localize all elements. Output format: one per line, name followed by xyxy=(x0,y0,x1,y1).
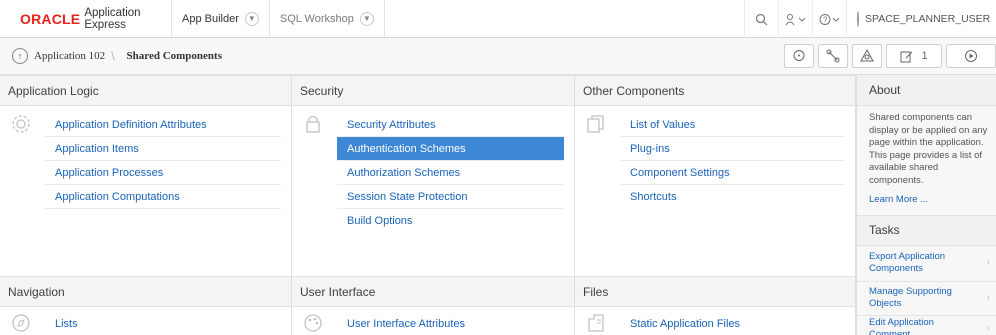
avatar xyxy=(857,11,859,27)
breadcrumb-separator: \ xyxy=(111,49,115,63)
play-icon xyxy=(965,50,977,62)
edit-button[interactable]: 1 xyxy=(886,44,942,68)
region-other-components: Other Components List of Values Plug-ins… xyxy=(575,75,856,276)
region-title: User Interface xyxy=(292,276,574,307)
shared-components-icon[interactable] xyxy=(852,44,882,68)
help-icon[interactable]: ? xyxy=(812,0,846,38)
file-icon xyxy=(585,312,607,334)
team-development-icon[interactable] xyxy=(778,0,812,38)
link-lists[interactable]: Lists xyxy=(45,312,281,335)
link-plug-ins[interactable]: Plug-ins xyxy=(620,137,845,161)
link-authentication-schemes[interactable]: Authentication Schemes xyxy=(337,137,564,161)
task-label: Export Application Components xyxy=(869,251,946,275)
top-header: ORACLE Application Express App Builder ▼… xyxy=(0,0,996,38)
palette-icon xyxy=(302,312,324,334)
link-security-attributes[interactable]: Security Attributes xyxy=(337,113,564,137)
run-application-button[interactable] xyxy=(946,44,996,68)
chevron-right-icon: › xyxy=(986,322,990,334)
region-application-logic: Application Logic Application Definition… xyxy=(0,75,292,276)
link-icon[interactable] xyxy=(818,44,848,68)
region-title: Navigation xyxy=(0,276,291,307)
region-title: Application Logic xyxy=(0,75,291,106)
tab-label: App Builder xyxy=(182,12,239,25)
search-icon[interactable] xyxy=(744,0,778,38)
task-manage-supporting-objects[interactable]: Manage Supporting Objects › xyxy=(857,282,996,316)
region-title: Files xyxy=(575,276,855,307)
about-text: Shared components can display or be appl… xyxy=(869,112,988,186)
region-files: Files Static Application Files xyxy=(575,276,856,335)
compass-icon xyxy=(10,312,32,334)
link-application-processes[interactable]: Application Processes xyxy=(45,161,281,185)
task-edit-application-comment[interactable]: Edit Application Comment › xyxy=(857,316,996,335)
task-label: Manage Supporting Objects xyxy=(869,286,952,310)
gear-icon xyxy=(10,113,32,135)
link-list-of-values[interactable]: List of Values xyxy=(620,113,845,137)
breadcrumb: ↑ Application 102 \ Shared Components 1 xyxy=(0,38,996,75)
link-shortcuts[interactable]: Shortcuts xyxy=(620,185,845,209)
link-static-application-files[interactable]: Static Application Files xyxy=(620,312,845,335)
link-application-definition-attributes[interactable]: Application Definition Attributes xyxy=(45,113,281,137)
user-menu[interactable]: SPACE_PLANNER_USER ⌄ xyxy=(846,0,996,38)
region-navigation: Navigation Lists xyxy=(0,276,292,335)
username: SPACE_PLANNER_USER xyxy=(865,13,991,25)
apex-logo[interactable]: ORACLE Application Express xyxy=(0,0,172,37)
chevron-right-icon: › xyxy=(986,257,990,269)
link-application-items[interactable]: Application Items xyxy=(45,137,281,161)
tab-sql-workshop[interactable]: SQL Workshop ▼ xyxy=(270,0,385,37)
task-export-application-components[interactable]: Export Application Components › xyxy=(857,246,996,282)
chevron-right-icon: › xyxy=(986,292,990,304)
tasks-title: Tasks xyxy=(857,214,996,246)
about-title: About xyxy=(857,75,996,106)
link-authorization-schemes[interactable]: Authorization Schemes xyxy=(337,161,564,185)
up-arrow-icon[interactable]: ↑ xyxy=(12,48,28,64)
edit-icon xyxy=(900,51,913,62)
lock-icon xyxy=(302,113,324,135)
region-security: Security Security Attributes Authenticat… xyxy=(292,75,575,276)
task-label: Edit Application Comment xyxy=(869,316,934,335)
chevron-down-icon[interactable]: ▼ xyxy=(244,11,259,26)
breadcrumb-item-current: Shared Components xyxy=(126,50,222,62)
copy-icon xyxy=(585,113,607,135)
chevron-down-icon[interactable]: ▼ xyxy=(359,11,374,26)
comment-icon[interactable] xyxy=(784,44,814,68)
region-title: Other Components xyxy=(575,75,855,106)
right-sidebar: About Shared components can display or b… xyxy=(856,75,996,335)
breadcrumb-item-application[interactable]: Application 102 xyxy=(34,50,105,62)
region-user-interface: User Interface User Interface Attributes xyxy=(292,276,575,335)
link-user-interface-attributes[interactable]: User Interface Attributes xyxy=(337,312,564,335)
link-component-settings[interactable]: Component Settings xyxy=(620,161,845,185)
edit-count: 1 xyxy=(921,50,928,62)
link-session-state-protection[interactable]: Session State Protection xyxy=(337,185,564,209)
region-title: Security xyxy=(292,75,574,106)
link-application-computations[interactable]: Application Computations xyxy=(45,185,281,209)
product-name: Application Express xyxy=(84,6,141,31)
link-build-options[interactable]: Build Options xyxy=(337,209,564,233)
tab-app-builder[interactable]: App Builder ▼ xyxy=(172,0,270,37)
tab-label: SQL Workshop xyxy=(279,12,354,25)
oracle-wordmark: ORACLE xyxy=(20,10,81,27)
learn-more-link[interactable]: Learn More ... xyxy=(857,188,996,205)
svg-text:?: ? xyxy=(823,15,828,24)
